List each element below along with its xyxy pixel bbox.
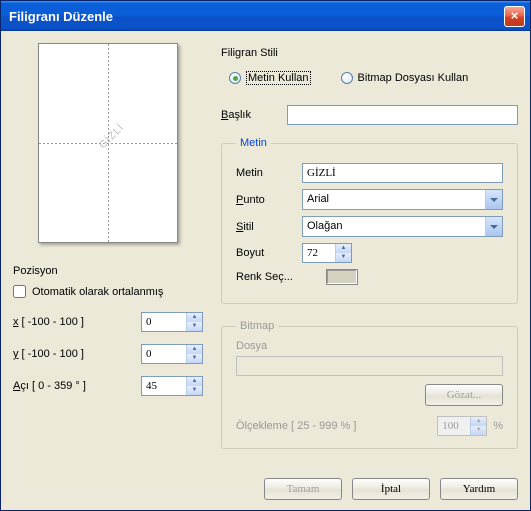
font-row: Punto Arial: [236, 189, 503, 210]
preview-pane: GİZLİ: [38, 43, 178, 243]
pos-y-arrows: ▲ ▼: [186, 345, 202, 363]
window-title: Filigranı Düzenle: [9, 9, 504, 24]
main-area: GİZLİ Pozisyon Otomatik olarak ortalanmı…: [13, 43, 518, 468]
radio-use-bitmap-dot[interactable]: [341, 72, 353, 84]
pos-x-up[interactable]: ▲: [187, 313, 202, 322]
radio-use-text-dot[interactable]: [229, 72, 241, 84]
cancel-button[interactable]: İptal: [352, 478, 430, 500]
font-value: Arial: [303, 190, 485, 209]
close-button[interactable]: ×: [504, 6, 525, 27]
color-swatch-button[interactable]: [326, 269, 358, 285]
pos-y-spinner[interactable]: ▲ ▼: [141, 344, 203, 364]
size-input[interactable]: [303, 244, 335, 262]
pos-y-up[interactable]: ▲: [187, 345, 202, 354]
button-row: Tamam İptal Yardım: [13, 468, 518, 500]
scale-input: [438, 417, 470, 435]
dialog-window: Filigranı Düzenle × GİZLİ Pozisyon Otoma…: [0, 0, 531, 511]
position-grid: x [ -100 - 100 ] ▲ ▼ y [ -100 - 100 ] ▲: [13, 312, 203, 396]
text-row: Metin: [236, 163, 503, 183]
bitmap-fieldset: Bitmap Dosya Gözat... Ölçekleme [ 25 - 9…: [221, 320, 518, 449]
caption-row: Başlık: [221, 105, 518, 125]
scale-up: ▲: [471, 417, 486, 426]
scale-label: Ölçekleme [ 25 - 999 % ]: [236, 420, 431, 432]
filigran-style-label: Filigran Stili: [221, 47, 518, 59]
style-value: Olağan: [303, 217, 485, 236]
scale-row: Ölçekleme [ 25 - 999 % ] ▲ ▼ %: [236, 416, 503, 436]
size-spinner[interactable]: ▲ ▼: [302, 243, 352, 263]
style-row: Sitil Olağan: [236, 216, 503, 237]
style-dropdown-button[interactable]: [485, 217, 502, 236]
size-arrows: ▲ ▼: [335, 244, 351, 262]
size-up[interactable]: ▲: [336, 244, 351, 253]
style-radio-row: Metin Kullan Bitmap Dosyası Kullan: [229, 71, 518, 85]
browse-button: Gözat...: [425, 384, 503, 406]
radio-use-bitmap[interactable]: Bitmap Dosyası Kullan: [341, 72, 469, 84]
text-legend: Metin: [236, 137, 271, 149]
pos-x-input[interactable]: [142, 313, 186, 331]
radio-use-text-label[interactable]: Metin Kullan: [246, 71, 311, 85]
pos-x-arrows: ▲ ▼: [186, 313, 202, 331]
caption-label: Başlık: [221, 109, 287, 121]
left-column: GİZLİ Pozisyon Otomatik olarak ortalanmı…: [13, 43, 203, 468]
text-fieldset: Metin Metin Punto Arial Sitil: [221, 137, 518, 304]
font-dropdown-button[interactable]: [485, 190, 502, 209]
browse-row: Gözat...: [236, 384, 503, 406]
pos-angle-arrows: ▲ ▼: [186, 377, 202, 395]
scale-arrows: ▲ ▼: [470, 417, 486, 435]
pos-angle-input[interactable]: [142, 377, 186, 395]
text-input[interactable]: [302, 163, 503, 183]
radio-use-text[interactable]: Metin Kullan: [229, 71, 311, 85]
auto-center-row: Otomatik olarak ortalanmış: [13, 285, 203, 298]
preview-watermark: GİZLİ: [97, 122, 126, 151]
pos-y-down[interactable]: ▼: [187, 354, 202, 363]
font-combo[interactable]: Arial: [302, 189, 503, 210]
font-label: Punto: [236, 194, 302, 206]
right-column: Filigran Stili Metin Kullan Bitmap Dosya…: [221, 43, 518, 468]
pos-y-input[interactable]: [142, 345, 186, 363]
scale-unit: %: [493, 420, 503, 432]
style-combo[interactable]: Olağan: [302, 216, 503, 237]
size-label: Boyut: [236, 247, 302, 259]
titlebar: Filigranı Düzenle ×: [1, 1, 530, 31]
scale-spinner: ▲ ▼: [437, 416, 487, 436]
pos-angle-down[interactable]: ▼: [187, 386, 202, 395]
scale-down: ▼: [471, 426, 486, 435]
caption-input[interactable]: [287, 105, 518, 125]
position-label: Pozisyon: [13, 265, 203, 277]
ok-button: Tamam: [264, 478, 342, 500]
pos-x-down[interactable]: ▼: [187, 322, 202, 331]
pos-angle-label: Açı [ 0 - 359 ° ]: [13, 380, 141, 392]
radio-use-bitmap-label[interactable]: Bitmap Dosyası Kullan: [358, 72, 469, 84]
chevron-down-icon: [490, 198, 498, 202]
help-button[interactable]: Yardım: [440, 478, 518, 500]
pos-x-spinner[interactable]: ▲ ▼: [141, 312, 203, 332]
file-label: Dosya: [236, 340, 503, 352]
auto-center-label: Otomatik olarak ortalanmış: [32, 286, 163, 298]
file-input: [236, 356, 503, 376]
size-down[interactable]: ▼: [336, 253, 351, 262]
style-label: Sitil: [236, 221, 302, 233]
color-row: Renk Seç...: [236, 269, 503, 285]
pos-x-label: x [ -100 - 100 ]: [13, 316, 141, 328]
bitmap-legend: Bitmap: [236, 320, 278, 332]
size-row: Boyut ▲ ▼: [236, 243, 503, 263]
chevron-down-icon: [490, 225, 498, 229]
pos-angle-up[interactable]: ▲: [187, 377, 202, 386]
text-label: Metin: [236, 167, 302, 179]
color-label: Renk Seç...: [236, 271, 326, 283]
dialog-body: GİZLİ Pozisyon Otomatik olarak ortalanmı…: [1, 31, 530, 510]
auto-center-checkbox[interactable]: [13, 285, 26, 298]
pos-y-label: y [ -100 - 100 ]: [13, 348, 141, 360]
pos-angle-spinner[interactable]: ▲ ▼: [141, 376, 203, 396]
